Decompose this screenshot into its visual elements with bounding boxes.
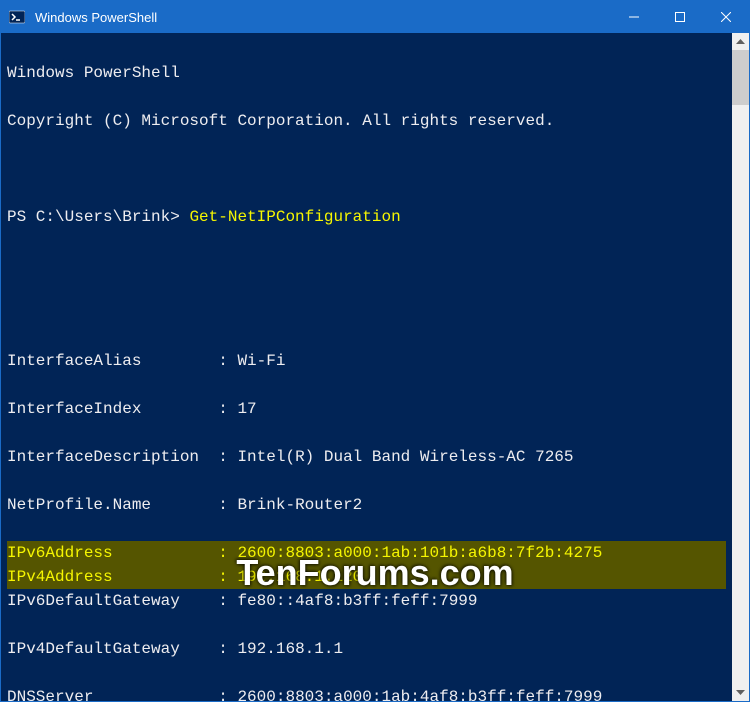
powershell-icon [9,9,25,25]
output-row: DNSServer : 2600:8803:a000:1ab:4af8:b3ff… [7,685,726,701]
close-button[interactable] [703,1,749,33]
scroll-thumb[interactable] [732,50,749,105]
output-row: IPv6DefaultGateway : fe80::4af8:b3ff:fef… [7,589,726,613]
highlighted-row-ipv4: IPv4Address : 192.168.1.120 [7,565,726,589]
highlighted-row-ipv6: IPv6Address : 2600:8803:a000:1ab:101b:a6… [7,541,726,565]
prompt-line: PS C:\Users\Brink> Get-NetIPConfiguratio… [7,205,726,229]
client-area: Windows PowerShell Copyright (C) Microso… [1,33,749,701]
titlebar[interactable]: Windows PowerShell [1,1,749,33]
header-line: Windows PowerShell [7,61,726,85]
maximize-button[interactable] [657,1,703,33]
scroll-track[interactable] [732,50,749,684]
vertical-scrollbar[interactable] [732,33,749,701]
output-row: InterfaceAlias : Wi-Fi [7,349,726,373]
output-row: NetProfile.Name : Brink-Router2 [7,493,726,517]
blank-line [7,301,726,325]
blank-line [7,253,726,277]
output-row: IPv4DefaultGateway : 192.168.1.1 [7,637,726,661]
prompt-prefix: PS C:\Users\Brink> [7,208,189,226]
window-title: Windows PowerShell [33,10,611,25]
scroll-down-button[interactable] [732,684,749,701]
command-text: Get-NetIPConfiguration [189,208,400,226]
blank-line [7,157,726,181]
powershell-window: Windows PowerShell Windows PowerShell Co… [0,0,750,702]
minimize-button[interactable] [611,1,657,33]
terminal-output[interactable]: Windows PowerShell Copyright (C) Microso… [1,33,732,701]
copyright-line: Copyright (C) Microsoft Corporation. All… [7,109,726,133]
output-row: InterfaceIndex : 17 [7,397,726,421]
output-row: InterfaceDescription : Intel(R) Dual Ban… [7,445,726,469]
scroll-up-button[interactable] [732,33,749,50]
window-controls [611,1,749,33]
